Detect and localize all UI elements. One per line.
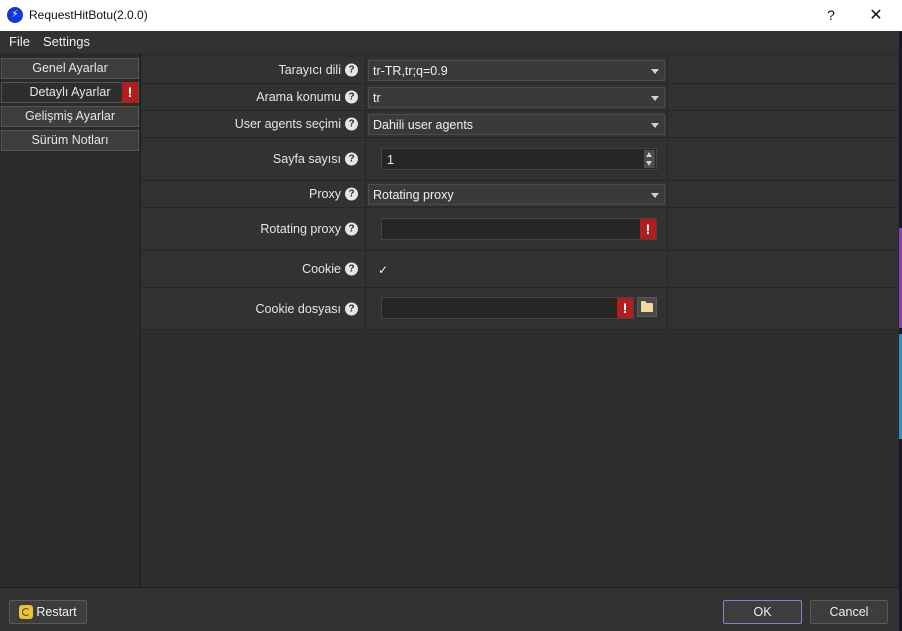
window-title: RequestHitBotu(2.0.0) <box>29 8 148 22</box>
setting-label: Sayfa sayısı <box>272 152 341 166</box>
sidebar-item-label: Detaylı Ayarlar <box>29 85 111 99</box>
settings-panel: Tarayıcı dili ? tr-TR,tr;q=0.9 Arama kon… <box>141 53 898 587</box>
setting-row-user-agents: User agents seçimi ? Dahili user agents <box>141 111 898 138</box>
menu-file[interactable]: File <box>9 34 30 49</box>
help-circle-icon[interactable]: ? <box>345 262 358 276</box>
setting-row-browser-language: Tarayıcı dili ? tr-TR,tr;q=0.9 <box>141 57 898 84</box>
chevron-down-icon <box>651 123 659 128</box>
page-count-spinbox[interactable]: 1 <box>381 148 657 170</box>
setting-row-cookie: Cookie ? ✓ <box>141 251 898 288</box>
sidebar-item-detayli-ayarlar[interactable]: Detaylı Ayarlar ! <box>1 82 139 103</box>
sidebar-item-label: Genel Ayarlar <box>32 61 108 75</box>
chevron-down-icon <box>651 193 659 198</box>
spin-arrows[interactable] <box>644 150 655 168</box>
menu-bar: File Settings <box>0 31 899 53</box>
title-bar: ⚡ RequestHitBotu(2.0.0) ? ✕ <box>0 0 902 31</box>
chevron-down-icon <box>646 161 652 166</box>
cookie-file-input[interactable]: ! <box>381 297 634 319</box>
restart-button[interactable]: Restart <box>9 600 87 624</box>
proxy-select[interactable]: Rotating proxy <box>368 184 665 205</box>
setting-label: User agents seçimi <box>234 117 341 131</box>
browse-folder-button[interactable] <box>637 297 657 317</box>
help-button[interactable]: ? <box>812 0 850 31</box>
help-circle-icon[interactable]: ? <box>345 187 358 201</box>
warning-icon: ! <box>122 82 138 103</box>
setting-label: Arama konumu <box>256 90 341 104</box>
help-circle-icon[interactable]: ? <box>345 302 358 315</box>
rotating-proxy-input[interactable]: ! <box>381 218 657 240</box>
restart-icon <box>19 605 34 619</box>
lightning-icon: ⚡ <box>7 7 23 23</box>
search-location-select[interactable]: tr <box>368 87 665 108</box>
browser-language-select[interactable]: tr-TR,tr;q=0.9 <box>368 60 665 81</box>
setting-row-proxy: Proxy ? Rotating proxy <box>141 181 898 208</box>
sidebar-item-label: Gelişmiş Ayarlar <box>24 109 116 123</box>
help-circle-icon[interactable]: ? <box>345 152 358 166</box>
warning-icon: ! <box>617 298 633 318</box>
setting-label: Tarayıcı dili <box>278 63 341 77</box>
help-circle-icon[interactable]: ? <box>345 63 358 77</box>
help-circle-icon[interactable]: ? <box>345 117 358 131</box>
setting-row-cookie-file: Cookie dosyası ? ! <box>141 288 898 330</box>
sidebar-item-label: Sürüm Notları <box>31 133 109 147</box>
cancel-button[interactable]: Cancel <box>810 600 888 624</box>
folder-icon <box>641 301 653 312</box>
sidebar-item-gelismis-ayarlar[interactable]: Gelişmiş Ayarlar <box>1 106 139 127</box>
cookie-checkbox[interactable]: ✓ <box>376 263 390 277</box>
setting-label: Cookie dosyası <box>255 301 341 316</box>
sidebar-item-genel-ayarlar[interactable]: Genel Ayarlar <box>1 58 139 79</box>
chevron-down-icon <box>651 96 659 101</box>
chevron-down-icon <box>651 69 659 74</box>
help-circle-icon[interactable]: ? <box>345 90 358 104</box>
close-button[interactable]: ✕ <box>856 0 896 31</box>
setting-row-rotating-proxy: Rotating proxy ? ! <box>141 208 898 251</box>
sidebar-item-surum-notlari[interactable]: Sürüm Notları <box>1 130 139 151</box>
warning-icon: ! <box>640 219 656 239</box>
setting-label: Rotating proxy <box>260 222 341 236</box>
chevron-up-icon <box>646 152 652 157</box>
setting-label: Proxy <box>309 187 341 201</box>
sidebar: Genel Ayarlar Detaylı Ayarlar ! Gelişmiş… <box>0 53 141 587</box>
footer-bar: Restart OK Cancel <box>0 587 899 631</box>
setting-row-search-location: Arama konumu ? tr <box>141 84 898 111</box>
ok-button[interactable]: OK <box>723 600 802 624</box>
user-agents-select[interactable]: Dahili user agents <box>368 114 665 135</box>
setting-label: Cookie <box>302 262 341 276</box>
help-circle-icon[interactable]: ? <box>345 222 358 236</box>
setting-row-page-count: Sayfa sayısı ? 1 <box>141 138 898 181</box>
menu-settings[interactable]: Settings <box>43 34 90 49</box>
